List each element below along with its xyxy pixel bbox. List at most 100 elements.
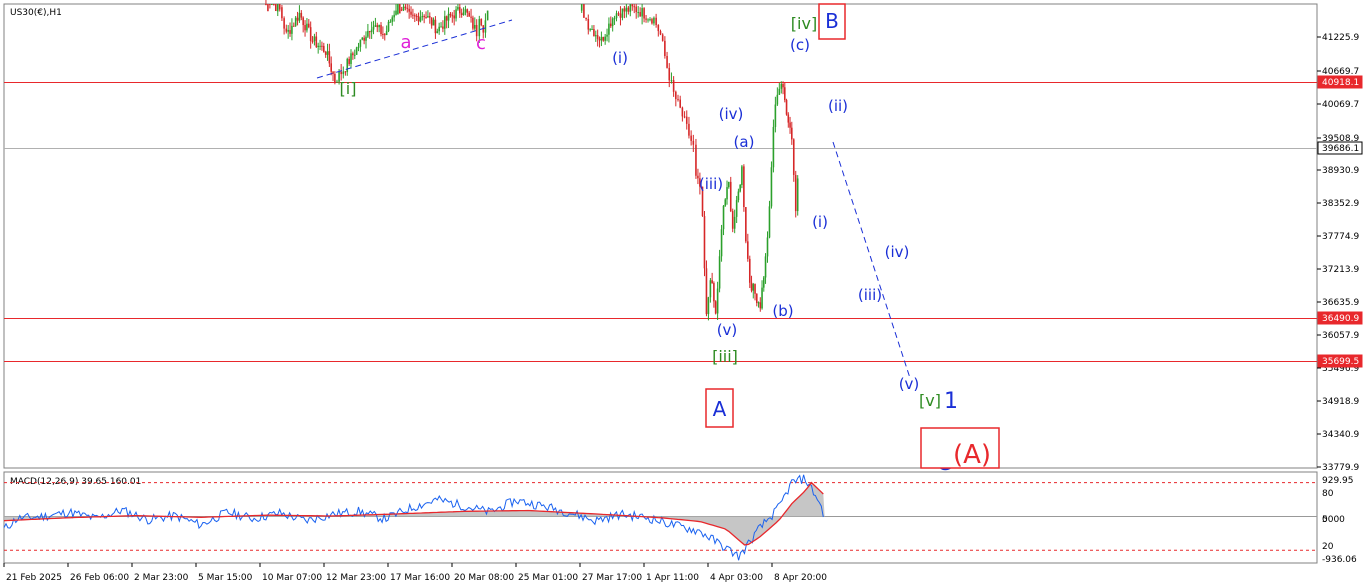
candle-body bbox=[472, 17, 474, 29]
time-axis: 21 Feb 2025 26 Feb 06:00 2 Mar 23:00 5 Mar … bbox=[3, 563, 827, 583]
candle-body bbox=[346, 58, 349, 72]
candle-body bbox=[785, 100, 788, 115]
candle-body bbox=[695, 144, 697, 176]
candle-body bbox=[583, 4, 585, 18]
candle-body bbox=[709, 280, 712, 298]
candle-body bbox=[780, 83, 783, 89]
candle-body bbox=[265, 4, 267, 6]
candle-body bbox=[464, 9, 467, 13]
candle-body bbox=[453, 15, 455, 19]
candle-body bbox=[271, 4, 273, 5]
candle-body bbox=[427, 16, 429, 18]
candle-body bbox=[330, 63, 332, 72]
wave-label-iii-green: [iii] bbox=[712, 347, 738, 366]
time-tick-label: 4 Apr 03:00 bbox=[710, 573, 763, 583]
price-tick-label: 33779.9 bbox=[1322, 463, 1359, 473]
candle-body bbox=[733, 216, 736, 229]
candle-body bbox=[306, 23, 308, 31]
candle-body bbox=[631, 4, 634, 7]
candle-body bbox=[378, 25, 380, 28]
candle-body bbox=[637, 12, 639, 14]
wave-label-v-green-proj: [v] bbox=[919, 391, 941, 410]
candle-body bbox=[400, 9, 403, 11]
candle-body bbox=[374, 25, 377, 27]
candle-body bbox=[776, 94, 779, 105]
candle-body bbox=[447, 13, 450, 21]
candle-body bbox=[365, 36, 367, 41]
candle-body bbox=[361, 37, 364, 40]
candle-body bbox=[344, 71, 347, 73]
candle-body bbox=[692, 140, 695, 145]
candle-body bbox=[313, 36, 316, 41]
candle-body bbox=[761, 287, 763, 309]
candle-body bbox=[368, 30, 371, 33]
candle-body bbox=[608, 23, 610, 35]
candle-body bbox=[413, 15, 416, 17]
candle-body bbox=[382, 33, 384, 35]
candle-body bbox=[326, 51, 329, 55]
candle-body bbox=[764, 256, 767, 278]
candle-body bbox=[309, 27, 312, 41]
candle-body bbox=[276, 4, 279, 12]
candle-body bbox=[455, 9, 457, 19]
time-tick-label: 17 Mar 16:00 bbox=[390, 573, 450, 583]
candle-body bbox=[768, 206, 771, 238]
candle-body bbox=[425, 16, 427, 18]
candle-body bbox=[677, 99, 679, 101]
candle-body bbox=[340, 71, 342, 75]
candle-body bbox=[302, 17, 304, 26]
wave-label-a-blue: (a) bbox=[734, 133, 755, 151]
candle-body bbox=[774, 104, 777, 127]
candle-body bbox=[580, 4, 583, 11]
candle-body bbox=[722, 205, 725, 230]
candle-body bbox=[321, 45, 323, 47]
candle-body bbox=[430, 17, 433, 26]
price-tick-label: 38930.9 bbox=[1322, 166, 1359, 176]
candle-body bbox=[604, 36, 606, 41]
macd-tick-label: -936.06 bbox=[1322, 555, 1357, 565]
candle-body bbox=[635, 6, 638, 13]
price-tag-label: 36490.9 bbox=[1322, 314, 1359, 324]
candle-body bbox=[747, 241, 749, 259]
candle-body bbox=[735, 200, 738, 217]
price-tag-label: 35699.5 bbox=[1322, 357, 1359, 367]
candle-body bbox=[474, 24, 476, 29]
price-tick-label: 34918.9 bbox=[1322, 397, 1359, 407]
candle-body bbox=[685, 116, 688, 124]
candle-body bbox=[285, 28, 288, 32]
candle-body bbox=[267, 4, 269, 12]
candle-body bbox=[647, 19, 649, 21]
candle-body bbox=[796, 178, 799, 212]
candle-body bbox=[319, 45, 321, 47]
wave-label-1-blue: 1 bbox=[944, 389, 958, 414]
candle-body bbox=[789, 122, 791, 128]
candle-body bbox=[372, 26, 375, 30]
candle-body bbox=[591, 29, 593, 31]
candle-body bbox=[593, 29, 595, 37]
candle-body bbox=[355, 47, 358, 55]
price-tick-label: 41225.9 bbox=[1322, 33, 1359, 43]
candle-body bbox=[729, 181, 732, 212]
candle-body bbox=[641, 8, 643, 17]
candle-body bbox=[739, 184, 741, 192]
candle-body bbox=[615, 13, 618, 19]
candle-body bbox=[415, 15, 418, 17]
candle-body bbox=[359, 39, 362, 47]
wave-label-c-magenta: c bbox=[476, 33, 486, 54]
time-tick-label: 21 Feb 2025 bbox=[6, 573, 62, 583]
candle-body bbox=[410, 11, 412, 15]
candle-body bbox=[445, 16, 448, 21]
candle-body bbox=[451, 15, 454, 17]
wave-label-iv-blue: (iv) bbox=[719, 105, 744, 123]
candle-body bbox=[755, 293, 758, 303]
candle-body bbox=[376, 25, 379, 28]
candle-body bbox=[683, 116, 686, 118]
wave-label-iii-blue-proj: (iii) bbox=[858, 286, 882, 304]
candle-body bbox=[334, 73, 336, 83]
candle-body bbox=[363, 37, 365, 41]
wave-label-b-blue: (b) bbox=[772, 302, 793, 320]
candle-body bbox=[417, 16, 420, 22]
candle-body bbox=[458, 7, 461, 14]
candle-body bbox=[298, 12, 301, 21]
candle-body bbox=[289, 30, 291, 34]
